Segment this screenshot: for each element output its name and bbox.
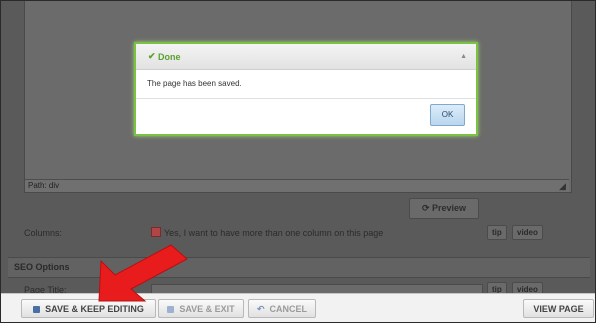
- check-icon: ✔: [148, 51, 156, 61]
- view-page-button[interactable]: VIEW PAGE: [523, 299, 594, 318]
- dialog-message: The page has been saved.: [147, 79, 242, 88]
- caret-up-icon[interactable]: ▲: [460, 53, 467, 60]
- cancel-button[interactable]: ↶ CANCEL: [248, 299, 316, 318]
- dialog-divider: [136, 98, 476, 99]
- done-dialog: ✔ Done ▲ The page has been saved. OK: [134, 42, 478, 136]
- preview-button[interactable]: ⟳ Preview: [409, 198, 479, 219]
- undo-arrow-icon: ↶: [256, 304, 265, 314]
- editor-path-bar: Path: div: [25, 179, 569, 192]
- refresh-icon: ⟳: [421, 203, 430, 213]
- columns-label: Columns:: [24, 228, 63, 238]
- ok-button[interactable]: OK: [430, 104, 465, 126]
- columns-checkbox-text: Yes, I want to have more than one column…: [164, 228, 384, 238]
- dialog-header: ✔ Done ▲: [136, 44, 476, 70]
- dialog-title: Done: [158, 52, 181, 62]
- editor-path-label: Path: div: [28, 181, 60, 190]
- tip-button[interactable]: tip: [487, 225, 507, 240]
- video-button[interactable]: video: [512, 225, 543, 240]
- floppy-disk-icon: [33, 306, 41, 313]
- red-arrow-annotation: [98, 244, 188, 302]
- columns-checkbox[interactable]: [151, 227, 161, 237]
- resize-grip-icon[interactable]: ◢: [559, 181, 566, 192]
